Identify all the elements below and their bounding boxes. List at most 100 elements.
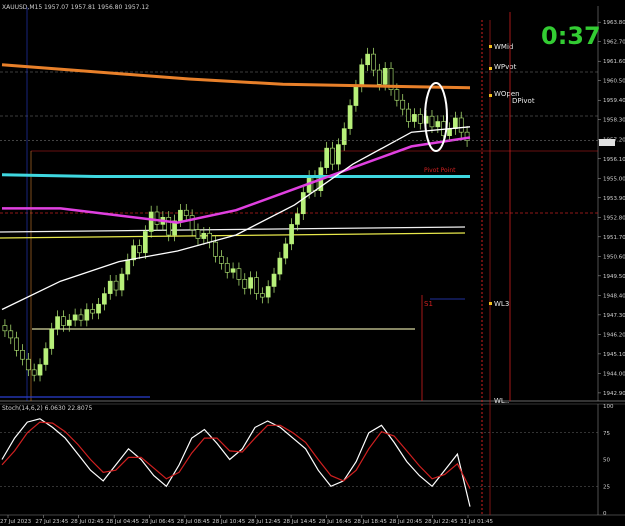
candle-body-13 — [78, 314, 84, 321]
stoch-tick-label-3: 75 — [603, 431, 610, 437]
candle-body-34 — [201, 232, 207, 239]
candle-body-18 — [107, 280, 113, 294]
x-tick-label-10: 28 Jul 18:45 — [354, 519, 387, 525]
level-label-wl: WL.. — [494, 397, 509, 405]
candle-body-41 — [242, 279, 248, 289]
candle-body-62 — [365, 53, 370, 66]
y-tick-label-1: 1944.00 — [603, 371, 625, 377]
candle-body-53 — [312, 176, 318, 191]
candle-body-40 — [236, 268, 242, 280]
candle-body-14 — [84, 309, 90, 321]
stoch-tick-label-1: 25 — [603, 484, 610, 490]
candle-body-1 — [8, 330, 14, 339]
candle-body-55 — [324, 147, 330, 168]
y-tick-label-18: 1962.70 — [603, 40, 625, 46]
candle-body-38 — [224, 263, 230, 273]
candle-body-44 — [259, 293, 265, 298]
x-tick-label-7: 28 Jul 12:45 — [248, 519, 281, 525]
level-label-dpivot: DPivot — [512, 97, 535, 105]
candle-body-19 — [113, 280, 119, 291]
candle-body-68 — [400, 99, 406, 110]
candle-body-4 — [25, 358, 31, 371]
level-label-wpivot: WPvot — [494, 63, 517, 71]
y-tick-label-2: 1945.10 — [603, 352, 625, 358]
candle-body-46 — [271, 273, 277, 287]
candle-body-73 — [429, 115, 435, 128]
x-tick-label-0: 27 Jul 2023 — [0, 519, 32, 525]
candle-body-8 — [49, 328, 55, 349]
candle-body-33 — [195, 229, 201, 239]
candle-body-71 — [417, 114, 423, 124]
candle-body-77 — [453, 117, 458, 129]
y-tick-label-8: 1951.70 — [603, 235, 625, 241]
y-tick-label-11: 1955.00 — [603, 176, 625, 182]
candle-body-31 — [183, 209, 189, 216]
y-tick-label-19: 1963.80 — [603, 20, 625, 26]
x-tick-label-11: 28 Jul 20:45 — [389, 519, 422, 525]
x-tick-label-6: 28 Jul 10:45 — [212, 519, 245, 525]
x-tick-label-8: 28 Jul 14:45 — [283, 519, 316, 525]
candle-body-28 — [166, 217, 172, 236]
x-tick-label-2: 28 Jul 02:45 — [71, 519, 104, 525]
y-tick-label-0: 1942.90 — [603, 391, 625, 397]
candle-body-25 — [148, 211, 154, 232]
candle-body-21 — [125, 259, 131, 275]
candle-body-15 — [90, 309, 96, 314]
timer-label: 0:37 — [541, 22, 601, 50]
candle-body-49 — [289, 224, 294, 245]
x-tick-label-1: 27 Jul 23:45 — [35, 519, 68, 525]
candle-body-7 — [43, 348, 49, 365]
x-tick-label-9: 28 Jul 16:45 — [318, 519, 351, 525]
candle-body-20 — [119, 273, 125, 291]
y-tick-label-7: 1950.60 — [603, 254, 625, 260]
candle-body-76 — [447, 128, 452, 137]
candle-body-51 — [300, 192, 306, 215]
candle-body-11 — [66, 319, 72, 326]
candle-body-57 — [336, 144, 341, 165]
level-label-wl3: WL3 — [494, 300, 509, 308]
candle-body-26 — [154, 211, 160, 225]
candle-body-48 — [283, 243, 289, 259]
y-tick-label-16: 1960.50 — [603, 79, 625, 85]
y-tick-label-5: 1948.40 — [603, 293, 625, 299]
y-tick-label-3: 1946.20 — [603, 332, 625, 338]
candle-body-69 — [406, 108, 411, 122]
candle-body-12 — [72, 314, 78, 321]
candle-body-78 — [458, 117, 464, 133]
stoch-tick-label-4: 100 — [603, 404, 614, 410]
y-tick-label-12: 1956.10 — [603, 157, 625, 163]
pivot-point-label: Pivot Point — [424, 167, 456, 174]
candle-body-3 — [20, 350, 25, 360]
candle-body-45 — [265, 286, 271, 298]
candle-body-24 — [142, 231, 148, 254]
candle-body-23 — [137, 245, 142, 254]
candle-body-30 — [178, 209, 183, 222]
candle-body-42 — [248, 277, 253, 289]
candle-body-63 — [371, 53, 376, 71]
stoch-title: Stoch(14,6,2) 6.0630 22.8075 — [2, 405, 93, 412]
candle-body-16 — [96, 303, 101, 314]
candle-body-43 — [254, 277, 259, 294]
y-tick-label-17: 1961.60 — [603, 59, 625, 65]
y-tick-label-4: 1947.30 — [603, 313, 625, 319]
y-tick-label-6: 1949.50 — [603, 274, 625, 280]
candle-body-9 — [55, 316, 60, 330]
x-tick-label-4: 28 Jul 06:45 — [142, 519, 175, 525]
candle-body-35 — [207, 232, 213, 243]
stoch-tick-label-2: 50 — [603, 458, 610, 464]
candle-body-39 — [230, 268, 236, 273]
level-label-wmid: WMid — [494, 43, 513, 51]
candle-body-74 — [435, 121, 441, 128]
y-tick-label-15: 1959.40 — [603, 98, 625, 104]
candle-body-70 — [412, 114, 417, 122]
candle-body-36 — [213, 241, 218, 257]
candle-body-60 — [353, 85, 359, 106]
candle-body-5 — [31, 369, 37, 376]
candle-body-50 — [295, 213, 300, 225]
y-tick-label-10: 1953.90 — [603, 196, 625, 202]
candle-body-10 — [61, 316, 66, 326]
candle-body-58 — [341, 128, 347, 145]
candle-body-64 — [376, 69, 382, 85]
candle-body-22 — [131, 245, 136, 261]
x-tick-label-3: 28 Jul 04:45 — [106, 519, 139, 525]
